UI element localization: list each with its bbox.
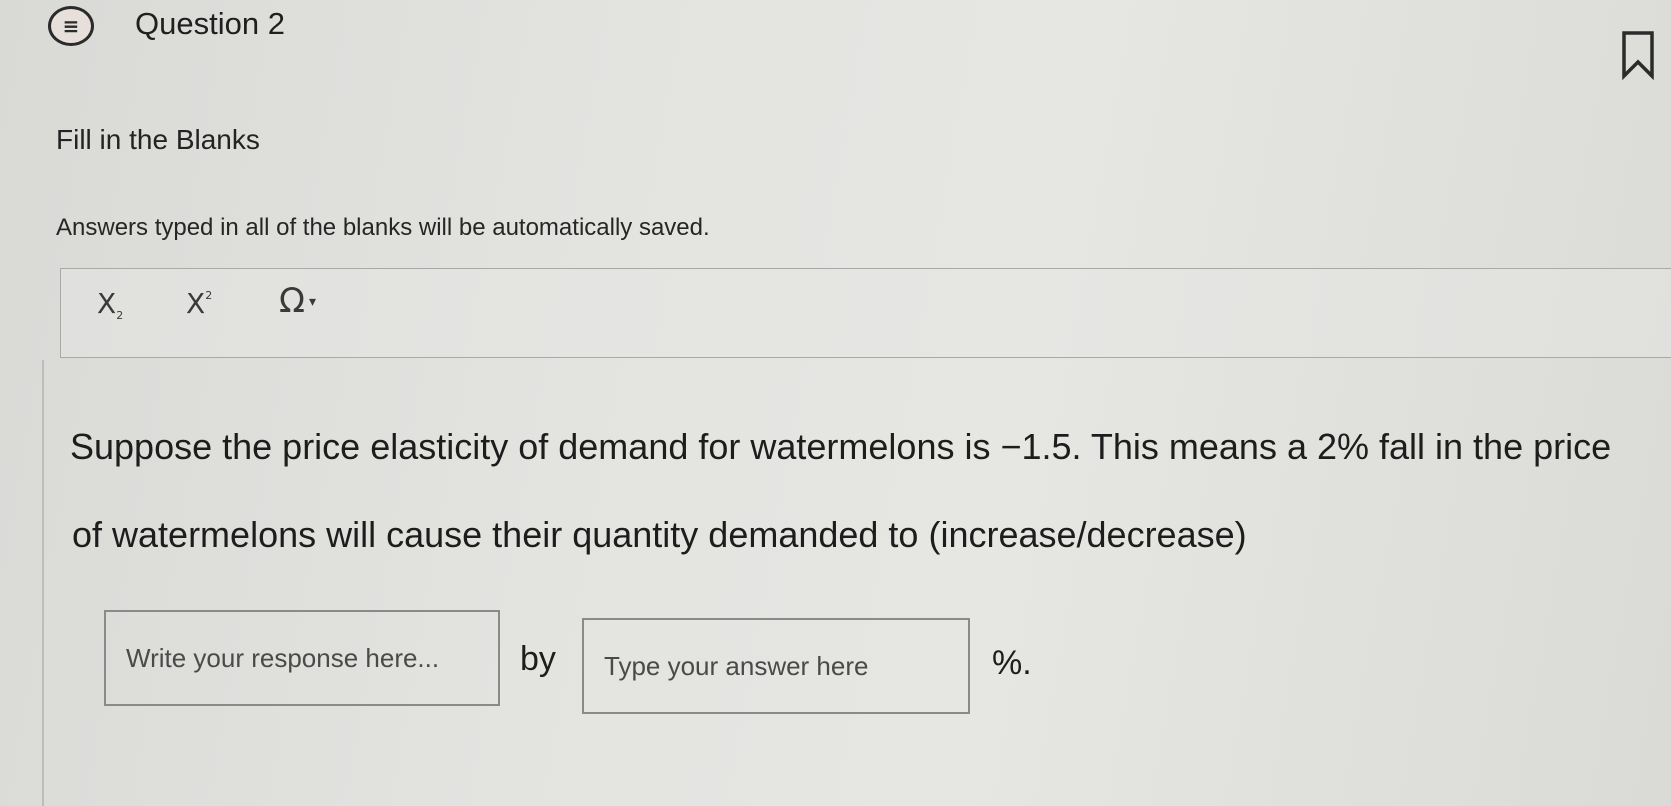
response-input-increase-decrease[interactable] bbox=[104, 610, 500, 706]
chevron-down-icon: ▾ bbox=[308, 294, 317, 310]
subscript-label: X bbox=[97, 287, 117, 320]
section-title: Fill in the Blanks bbox=[56, 124, 260, 155]
superscript-mark: 2 bbox=[205, 289, 213, 302]
superscript-label: X bbox=[186, 287, 206, 320]
left-divider bbox=[42, 360, 44, 806]
omega-icon: Ω bbox=[279, 281, 305, 321]
list-icon[interactable]: ≡ bbox=[48, 6, 94, 46]
connector-by: by bbox=[520, 640, 556, 678]
subscript-button[interactable]: X2 bbox=[97, 287, 123, 322]
formatting-toolbar: X2 X2 Ω ▾ bbox=[60, 268, 1671, 358]
response-input-percent[interactable] bbox=[582, 618, 970, 714]
autosave-note: Answers typed in all of the blanks will … bbox=[56, 214, 710, 241]
subscript-mark: 2 bbox=[116, 309, 124, 322]
special-characters-button[interactable]: Ω ▾ bbox=[279, 281, 316, 321]
superscript-button[interactable]: X2 bbox=[186, 287, 212, 320]
question-text-line-2: of watermelons will cause their quantity… bbox=[72, 514, 1247, 555]
question-title: Question 2 bbox=[135, 6, 285, 41]
bookmark-icon[interactable] bbox=[1620, 30, 1656, 80]
question-text-line-1: Suppose the price elasticity of demand f… bbox=[70, 426, 1612, 467]
percent-suffix: %. bbox=[992, 644, 1032, 682]
